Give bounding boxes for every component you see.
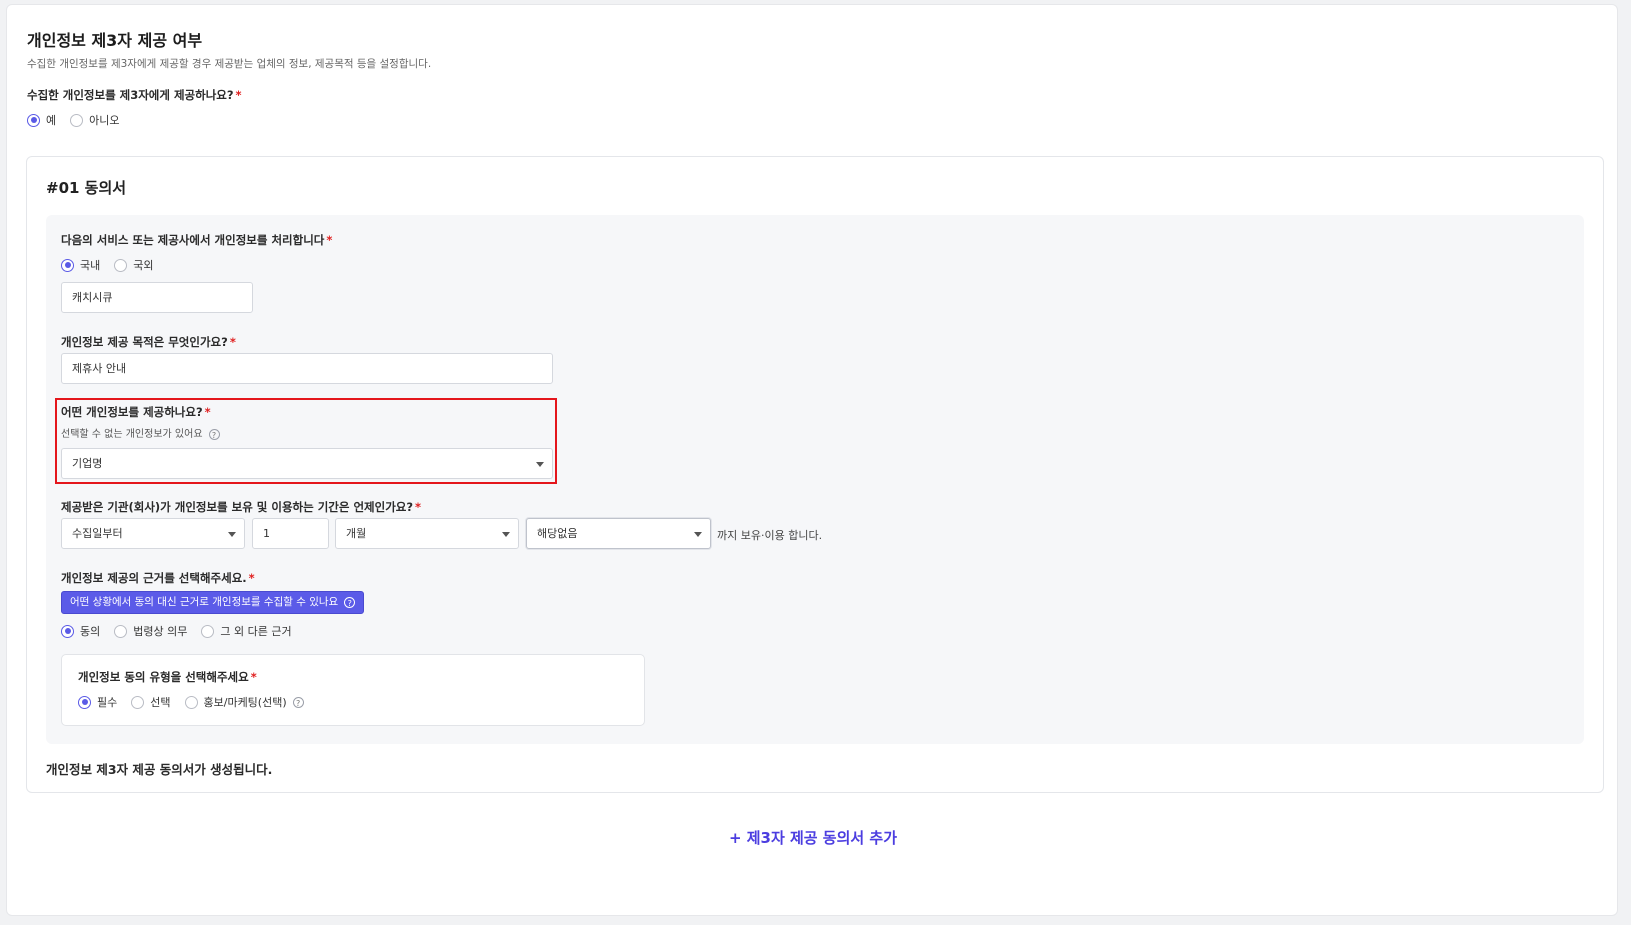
radio-domestic-label: 국내 — [80, 259, 101, 272]
caret-down-icon — [536, 462, 544, 467]
radio-legal-duty-label: 법령상 의무 — [133, 625, 188, 638]
consent-type-question: 개인정보 동의 유형을 선택해주세요 * — [78, 670, 257, 684]
question-circle-icon[interactable]: ? — [208, 428, 220, 440]
retention-suffix: 까지 보유·이용 합니다. — [717, 529, 823, 542]
processor-radio-group: 국내 국외 — [61, 257, 168, 273]
processor-name-input[interactable]: 캐치시큐 — [61, 282, 253, 313]
section-subtitle: 수집한 개인정보를 제3자에게 제공할 경우 제공받는 업체의 정보, 제공목적… — [27, 58, 432, 70]
basis-question: 개인정보 제공의 근거를 선택해주세요. * — [61, 571, 255, 585]
section-title: 개인정보 제3자 제공 여부 — [27, 31, 203, 50]
radio-consent[interactable] — [61, 624, 74, 638]
radio-legal-duty[interactable] — [114, 624, 128, 638]
retention-unit-select[interactable]: 개월 — [335, 518, 519, 549]
radio-overseas-label: 국외 — [133, 259, 154, 272]
caret-down-icon — [694, 532, 702, 537]
provide-radio-group: 예 아니오 — [27, 112, 134, 128]
radio-yes[interactable] — [27, 113, 40, 127]
retention-amount-input[interactable]: 1 — [252, 518, 329, 549]
processor-question: 다음의 서비스 또는 제공사에서 개인정보를 처리합니다 * — [61, 233, 333, 247]
basis-info-button[interactable]: 어떤 상황에서 동의 대신 근거로 개인정보를 수집할 수 있나요? — [61, 591, 365, 614]
consent-type-card: 개인정보 동의 유형을 선택해주세요 * 필수 선택 홍보/마케팅(선택) ? — [61, 654, 645, 726]
radio-domestic[interactable] — [61, 258, 74, 272]
retention-until-select[interactable]: 해당없음 — [526, 518, 711, 549]
radio-no-label: 아니오 — [89, 114, 120, 127]
retention-question: 제공받은 기관(회사)가 개인정보를 보유 및 이용하는 기간은 언제인가요? * — [61, 500, 422, 514]
basis-radio-group: 동의 법령상 의무 그 외 다른 근거 — [61, 623, 306, 639]
radio-optional-label: 선택 — [150, 696, 171, 709]
consent-card: #01 동의서 다음의 서비스 또는 제공사에서 개인정보를 처리합니다 * 국내… — [26, 156, 1604, 793]
consent-form-area: 다음의 서비스 또는 제공사에서 개인정보를 처리합니다 * 국내 국외 캐치시큐… — [46, 215, 1584, 744]
question-circle-icon: ? — [344, 596, 356, 608]
radio-consent-label: 동의 — [80, 625, 101, 638]
add-consent-button[interactable]: + 제3자 제공 동의서 추가 — [7, 827, 1619, 848]
purpose-question: 개인정보 제공 목적은 무엇인가요? * — [61, 335, 236, 349]
purpose-input[interactable]: 제휴사 안내 — [61, 353, 553, 384]
provide-question: 수집한 개인정보를 제3자에게 제공하나요? * — [27, 88, 242, 102]
consent-card-title: #01 동의서 — [46, 179, 127, 197]
radio-no[interactable] — [70, 113, 84, 127]
consent-type-radio-group: 필수 선택 홍보/마케팅(선택) ? — [78, 694, 304, 710]
radio-overseas[interactable] — [114, 258, 128, 272]
items-select[interactable]: 기업명 — [61, 448, 553, 479]
radio-yes-label: 예 — [46, 114, 57, 127]
radio-other-basis-label: 그 외 다른 근거 — [220, 625, 292, 638]
page-container: 개인정보 제3자 제공 여부 수집한 개인정보를 제3자에게 제공할 경우 제공… — [6, 4, 1618, 916]
items-question: 어떤 개인정보를 제공하나요? * — [61, 405, 211, 419]
caret-down-icon — [502, 532, 510, 537]
retention-start-select[interactable]: 수집일부터 — [61, 518, 245, 549]
radio-required[interactable] — [78, 695, 91, 709]
items-hint: 선택할 수 없는 개인정보가 있어요? — [61, 425, 220, 440]
caret-down-icon — [228, 532, 236, 537]
radio-marketing[interactable] — [184, 695, 198, 709]
radio-marketing-label: 홍보/마케팅(선택) — [203, 696, 287, 709]
radio-required-label: 필수 — [97, 696, 118, 709]
radio-optional[interactable] — [131, 695, 145, 709]
radio-other-basis[interactable] — [201, 624, 215, 638]
question-circle-icon[interactable]: ? — [292, 696, 304, 708]
consent-footer-note: 개인정보 제3자 제공 동의서가 생성됩니다. — [46, 762, 273, 777]
